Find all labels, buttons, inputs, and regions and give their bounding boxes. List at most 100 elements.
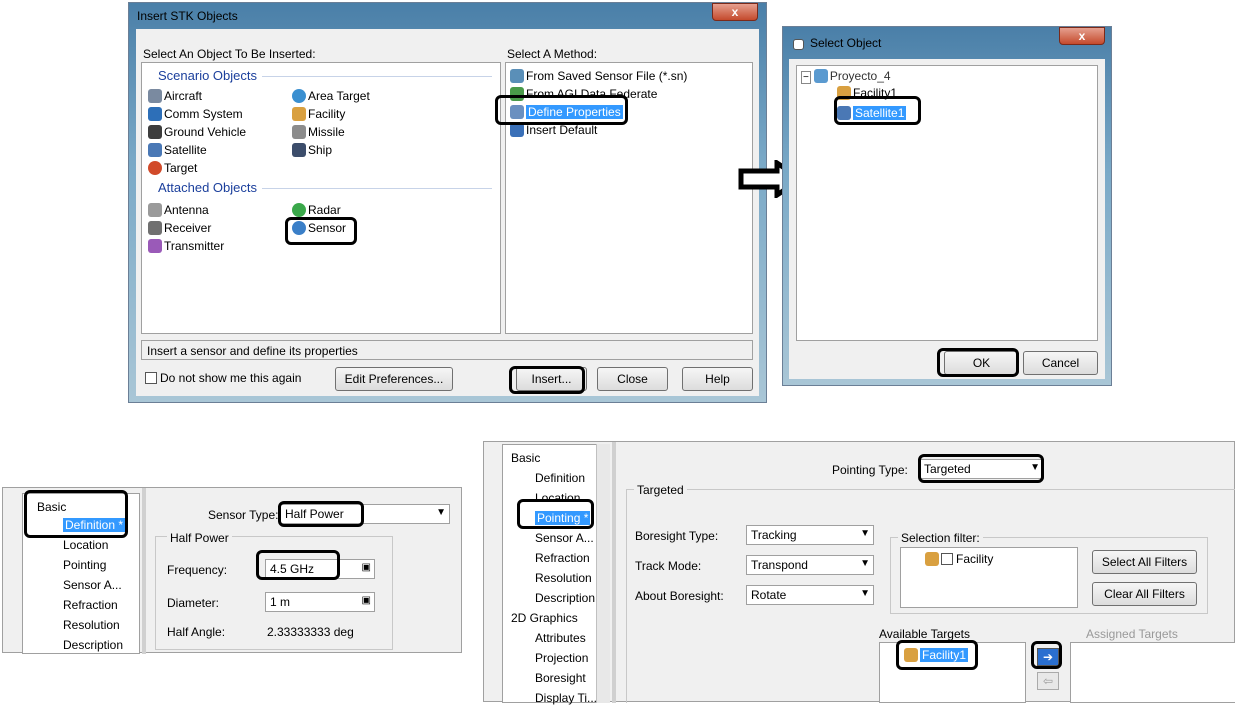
tree-pointing[interactable]: Pointing [63,558,106,572]
tree-definition[interactable]: Definition [535,471,585,485]
tree-resolution[interactable]: Resolution [63,618,120,632]
file-icon [510,69,524,83]
selection-filter-label: Selection filter: [898,531,983,545]
highlight-insert [509,366,585,394]
close-icon[interactable]: x [712,3,758,21]
aircraft-icon [148,89,162,103]
unit-picker-icon[interactable]: ▣ [362,595,371,606]
tree-projection[interactable]: Projection [535,651,588,665]
diameter-label: Diameter: [167,596,220,610]
tree-resolution[interactable]: Resolution [535,571,592,585]
splitter[interactable] [142,488,146,654]
tree-basic[interactable]: Basic [511,451,540,465]
highlight-sensor-type [278,501,364,527]
highlight-add-target [1031,641,1062,669]
object-comm-system[interactable]: Comm System [148,107,243,121]
object-target[interactable]: Target [148,161,197,175]
ground-vehicle-icon [148,125,162,139]
about-boresight-select[interactable]: Rotate ▼ [746,585,874,605]
tree-sensor-a[interactable]: Sensor A... [63,578,122,592]
insert-stk-objects-dialog: Insert STK Objects x Select An Object To… [128,2,767,403]
frequency-label: Frequency: [167,563,228,577]
pointing-properties-panel: Basic Definition Location Pointing * Sen… [483,441,1235,705]
boresight-type-label: Boresight Type: [635,529,719,543]
tree-attributes[interactable]: Attributes [535,631,586,645]
track-mode-label: Track Mode: [635,559,702,573]
track-mode-select[interactable]: Transpond ▼ [746,555,874,575]
diameter-field[interactable]: 1 m ▣ [265,592,375,612]
area-target-icon [292,89,306,103]
dialog-title: Insert STK Objects [137,9,238,23]
tree-refraction[interactable]: Refraction [535,551,590,565]
method-insert-default[interactable]: Insert Default [510,123,597,137]
arrow-left-icon: ⇦ [1042,674,1054,688]
object-area-target[interactable]: Area Target [292,89,370,103]
tree-boresight[interactable]: Boresight [535,671,586,685]
dont-show-checkbox[interactable]: Do not show me this again [145,371,301,385]
method-saved-file[interactable]: From Saved Sensor File (*.sn) [510,69,687,83]
object-list: Scenario Objects Aircraft Area Target Co… [141,62,501,334]
close-icon[interactable]: x [1059,27,1105,45]
object-ship[interactable]: Ship [292,143,332,157]
highlight-basic-definition [24,490,128,538]
object-missile[interactable]: Missile [292,125,345,139]
cancel-button[interactable]: Cancel [1023,351,1098,375]
method-list-header: Select A Method: [507,47,598,61]
antenna-icon [148,203,162,217]
select-all-filters-button[interactable]: Select All Filters [1092,550,1197,574]
boresight-type-select[interactable]: Tracking ▼ [746,525,874,545]
default-icon [510,123,524,137]
splitter[interactable] [612,442,616,703]
chevron-down-icon: ▼ [436,507,446,518]
available-targets-label: Available Targets [879,627,970,641]
assigned-targets-list [1070,642,1235,703]
pointing-tree: Basic Definition Location Pointing * Sen… [502,444,610,705]
highlight-satellite [834,96,921,125]
object-antenna[interactable]: Antenna [148,203,209,217]
scenario-objects-header: Scenario Objects [158,68,257,83]
tree-node-scenario[interactable]: − Proyecto_4 [801,69,891,84]
remove-target-button[interactable]: ⇦ [1037,672,1059,690]
target-icon [148,161,162,175]
tree-refraction[interactable]: Refraction [63,598,118,612]
assigned-targets-label: Assigned Targets [1086,627,1178,641]
receiver-icon [148,221,162,235]
select-object-dialog: Select Object x − Proyecto_4 Facility1 Sa… [782,26,1112,386]
help-button[interactable]: Help [682,367,753,391]
object-ground-vehicle[interactable]: Ground Vehicle [148,125,246,139]
highlight-ok [937,348,1019,377]
highlight-frequency [256,550,340,580]
attached-objects-header: Attached Objects [158,180,257,195]
targeted-group-label: Targeted [634,483,687,497]
chevron-down-icon: ▼ [860,558,870,569]
highlight-pointing-tree [517,499,594,529]
edit-preferences-button[interactable]: Edit Preferences... [335,367,453,391]
object-receiver[interactable]: Receiver [148,221,211,235]
filter-facility[interactable]: Facility [925,552,993,566]
tree-2d-graphics[interactable]: 2D Graphics [511,611,578,625]
object-satellite[interactable]: Satellite [148,143,207,157]
tree-display-time[interactable]: Display Ti... [535,691,597,705]
facility-icon [292,107,306,121]
tree-sensor-a[interactable]: Sensor A... [535,531,594,545]
object-transmitter[interactable]: Transmitter [148,239,224,253]
unit-picker-icon[interactable]: ▣ [362,562,371,573]
about-boresight-label: About Boresight: [635,589,724,603]
object-list-header: Select An Object To Be Inserted: [143,47,316,61]
highlight-define-properties [495,95,628,125]
ship-icon [292,143,306,157]
chevron-down-icon: ▼ [860,588,870,599]
close-button[interactable]: Close [597,367,668,391]
object-facility[interactable]: Facility [292,107,345,121]
tree-location[interactable]: Location [63,538,108,552]
object-aircraft[interactable]: Aircraft [148,89,202,103]
scenario-icon [813,69,828,83]
tree-scrollbar[interactable] [596,444,610,703]
tree-description[interactable]: Description [535,591,595,605]
half-power-group-label: Half Power [167,531,232,545]
object-radar[interactable]: Radar [292,203,341,217]
clear-all-filters-button[interactable]: Clear All Filters [1092,582,1197,606]
radar-icon [292,203,306,217]
half-angle-label: Half Angle: [167,625,226,639]
tree-description[interactable]: Description [63,638,123,652]
